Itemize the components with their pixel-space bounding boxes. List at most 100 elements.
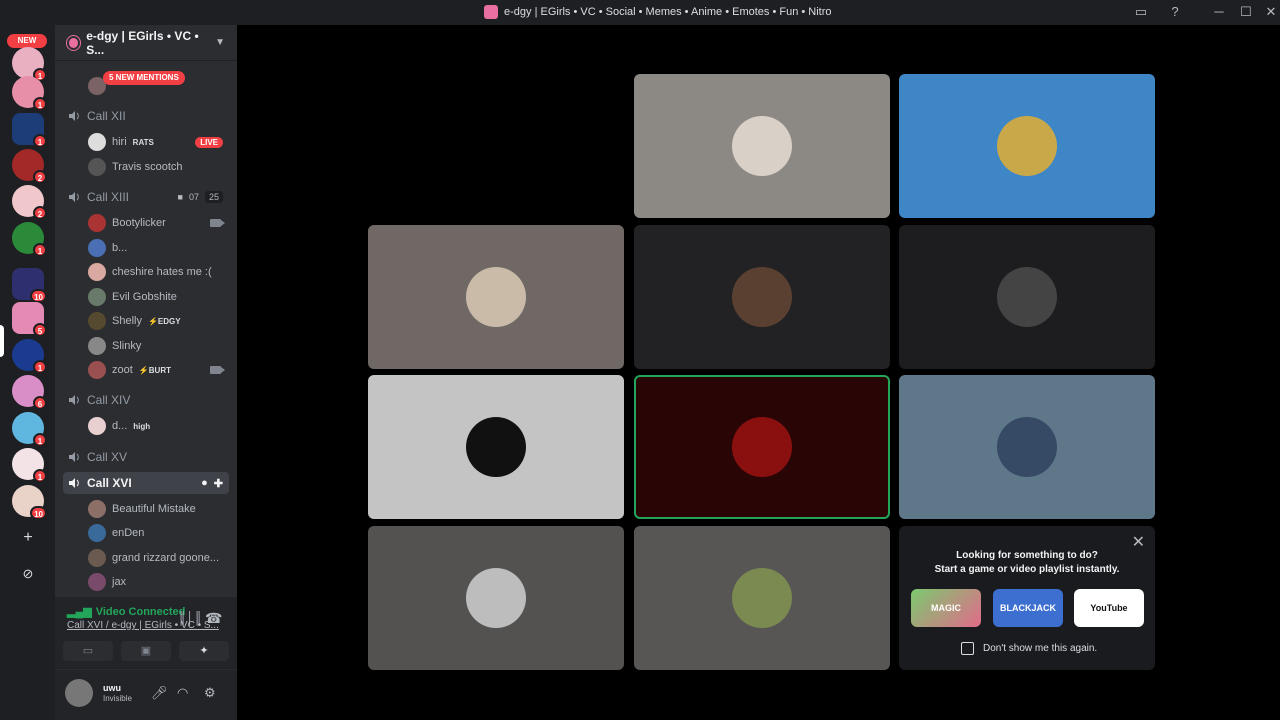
camera-icon [210, 219, 225, 227]
server-icon[interactable]: 1 [12, 222, 47, 257]
server-icon[interactable]: 2 [12, 149, 47, 184]
live-badge: LIVE [195, 136, 223, 148]
unread-badge: 5 [33, 323, 47, 337]
server-icon[interactable]: 2 [12, 185, 47, 220]
server-header[interactable]: e-dgy | EGirls • VC • S... ▼ [55, 25, 237, 61]
server-icon[interactable]: 1 [12, 76, 47, 111]
voice-channel-call-xiv[interactable]: Call XIV [63, 389, 229, 411]
voice-member[interactable]: enDen [88, 522, 229, 544]
voice-member[interactable]: cheshire hates me :( [88, 261, 229, 283]
server-icon-selected[interactable]: 5 [12, 302, 47, 337]
maximize-button[interactable]: ☐ [1237, 4, 1255, 20]
role-tag: ⚡BURT [138, 365, 171, 375]
help-icon[interactable]: ? [1166, 4, 1184, 19]
participant-tile[interactable] [634, 74, 890, 218]
participant-tile[interactable] [368, 526, 624, 670]
camera-off-button[interactable]: ▭ [63, 641, 113, 661]
user-avatar[interactable] [65, 679, 93, 707]
voice-member[interactable]: hiri RATS LIVE [88, 131, 229, 153]
member-name: Travis scootch [112, 161, 183, 173]
activity-card-youtube[interactable]: YouTube [1074, 589, 1144, 627]
inbox-icon[interactable]: ▭ [1132, 4, 1150, 20]
role-tag: ⚡EDGY [147, 316, 181, 326]
user-status: Invisible [103, 694, 132, 703]
server-name: e-dgy | EGirls • VC • S... [86, 28, 199, 57]
selected-server-indicator [0, 325, 4, 357]
voice-member[interactable]: zoot ⚡BURT [88, 359, 229, 381]
participant-tile-speaking[interactable] [634, 375, 890, 519]
avatar [88, 524, 106, 542]
server-icon[interactable]: 10 [12, 485, 47, 520]
participant-tile[interactable] [368, 375, 624, 519]
server-icon[interactable]: 1 [12, 47, 47, 82]
voice-channel-call-xii[interactable]: Call XII [63, 105, 229, 127]
add-server-icon[interactable]: + [12, 522, 44, 554]
activity-card-magic[interactable]: MAGIC [911, 589, 981, 627]
server-icon[interactable]: 1 [12, 448, 47, 483]
member-name: b... [112, 242, 128, 254]
voice-member[interactable]: Travis scootch [88, 156, 229, 178]
voice-status-text: Video Connected [95, 605, 186, 618]
noise-suppression-icon[interactable]: ║│║ [178, 611, 203, 625]
dont-show-label: Don't show me this again. [983, 643, 1098, 654]
server-icon[interactable]: 1 [12, 339, 47, 374]
voice-channel-call-xvi[interactable]: Call XVI ● ✚ [63, 472, 229, 494]
screen-share-button[interactable]: ▣ [121, 641, 171, 661]
member-name: grand rizzard goone... [112, 552, 220, 564]
voice-member[interactable]: Beautiful Mistake [88, 498, 229, 520]
member-name: Bootylicker [112, 217, 166, 229]
dont-show-again[interactable]: Don't show me this again. [961, 642, 1097, 655]
server-icon[interactable]: 1 [12, 412, 47, 447]
participant-tile[interactable] [368, 225, 624, 369]
invite-icon[interactable]: ✚ [214, 477, 223, 490]
activity-card-blackjack[interactable]: BLACKJACK [993, 589, 1063, 627]
avatar [88, 214, 106, 232]
microphone-icon[interactable]: 🎤︎ [151, 685, 168, 701]
voice-member[interactable]: Slinky [88, 335, 229, 357]
participant-tile[interactable] [634, 526, 890, 670]
unread-badge: 1 [33, 433, 47, 447]
voice-member[interactable]: jax [88, 571, 229, 593]
voice-member[interactable]: Shelly ⚡EDGY [88, 310, 229, 332]
new-badge: NEW [7, 34, 47, 48]
avatar [88, 158, 106, 176]
explore-compass-icon[interactable]: ⊘ [12, 558, 44, 590]
voice-channel-call-xv[interactable]: Call XV [63, 446, 229, 468]
participant-tile[interactable] [634, 225, 890, 369]
channel-sidebar: e-dgy | EGirls • VC • S... ▼ 5 NEW MENTI… [55, 25, 237, 720]
participant-tile[interactable] [899, 225, 1155, 369]
user-limit: 25 [204, 191, 223, 203]
member-name: d... [112, 420, 128, 432]
window-title-text: e-dgy | EGirls • VC • Social • Memes • A… [504, 6, 832, 18]
member-name: enDen [112, 527, 145, 539]
dont-show-checkbox[interactable] [961, 642, 974, 655]
voice-member[interactable]: Bootylicker [88, 212, 229, 234]
server-icon[interactable]: 10 [12, 268, 47, 303]
activity-button[interactable]: ✦ [179, 641, 229, 661]
voice-member[interactable]: d... high [88, 415, 229, 437]
minimize-button[interactable]: ─ [1210, 4, 1228, 19]
voice-channel-call-xiii[interactable]: Call XIII ■ 07 25 [63, 186, 229, 208]
close-icon[interactable]: ✕ [1132, 532, 1145, 552]
settings-gear-icon[interactable]: ⚙ [204, 685, 216, 701]
disconnect-icon[interactable]: ☎ [205, 610, 222, 627]
unread-badge: 1 [33, 97, 47, 111]
close-window-button[interactable]: ✕ [1262, 4, 1280, 20]
server-icon[interactable]: 1 [12, 113, 47, 148]
speaker-icon [69, 478, 79, 488]
participant-tile[interactable] [899, 375, 1155, 519]
window-title: e-dgy | EGirls • VC • Social • Memes • A… [484, 5, 832, 19]
new-mentions-badge[interactable]: 5 NEW MENTIONS [103, 71, 185, 85]
activity-prompt-line2: Start a game or video playlist instantly… [934, 564, 1120, 575]
voice-member[interactable]: b... [88, 237, 229, 259]
headphones-icon[interactable]: ◠ [177, 685, 188, 701]
chat-icon[interactable]: ● [201, 477, 208, 489]
voice-member[interactable]: grand rizzard goone... [88, 547, 229, 569]
participant-avatar [466, 267, 526, 327]
participant-tile[interactable] [899, 74, 1155, 218]
role-tag: high [133, 421, 151, 431]
voice-member[interactable]: Evil Gobshite [88, 286, 229, 308]
unread-badge: 1 [33, 243, 47, 257]
server-icon[interactable]: 6 [12, 375, 47, 410]
role-tag: RATS [132, 137, 154, 147]
